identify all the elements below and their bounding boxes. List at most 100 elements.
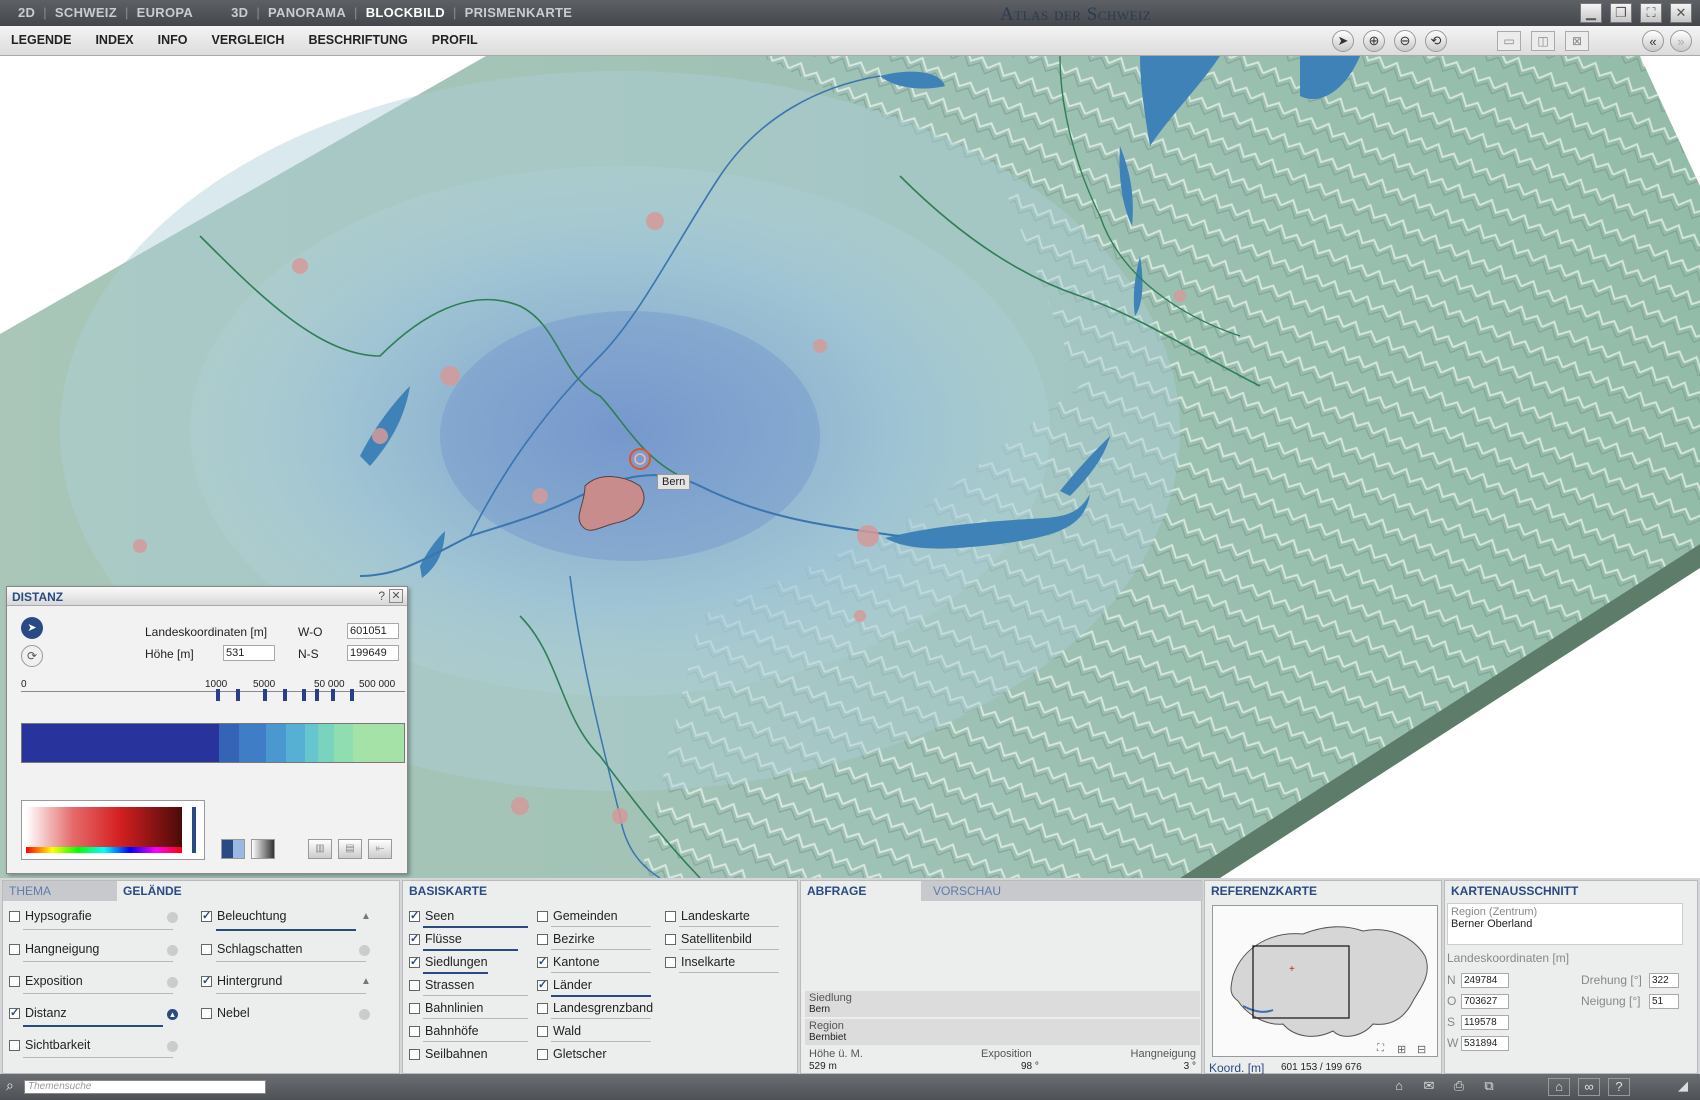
fullscreen-icon[interactable]: ⛶ [1377,1043,1384,1054]
slider-track[interactable] [423,926,528,928]
split-diagonal-icon[interactable]: ⊠ [1565,31,1589,51]
menu-info[interactable]: INFO [158,33,188,47]
lightness-slider[interactable] [192,807,196,853]
toggle-dot[interactable] [359,945,370,956]
rotate-tool-icon[interactable]: ⟲ [1425,30,1447,52]
resize-grip-icon[interactable]: ◢ [1672,1078,1694,1096]
toggle-dot[interactable] [359,1009,370,1020]
class-break-handle[interactable] [263,689,267,701]
tab-prismenkarte[interactable]: PRISMENKARTE [457,5,581,20]
panel-header[interactable]: DISTANZ ? ✕ [7,587,407,606]
link-icon[interactable]: ∞ [1578,1078,1600,1096]
zoom-out-icon[interactable]: ⊟ [1417,1043,1426,1056]
checkbox[interactable] [9,975,20,987]
minimize-button[interactable]: ▁ [1580,3,1602,23]
classify-icon[interactable]: ▤ [338,839,362,859]
option-strassen[interactable]: Strassen [409,978,474,992]
slider-track[interactable] [551,995,651,997]
checkbox[interactable] [201,943,212,955]
checkbox-checked[interactable]: ✓ [409,933,420,945]
gradient-icon[interactable] [251,839,275,859]
toggle-dot[interactable] [167,1041,178,1052]
checkbox[interactable] [9,1039,20,1051]
option-fluesse[interactable]: ✓ Flüsse [409,932,462,946]
class-break-handle[interactable] [315,689,319,701]
class-break-handle[interactable] [350,689,354,701]
toggle-dot[interactable] [167,945,178,956]
option-beleuchtung[interactable]: ✓ Beleuchtung [201,909,287,923]
point-select-icon[interactable]: ➤ [21,617,43,639]
height-input[interactable]: 531 [223,645,275,661]
option-bahnhoefe[interactable]: Bahnhöfe [409,1024,479,1038]
checkbox[interactable] [665,956,676,968]
option-satellitenbild[interactable]: Satellitenbild [665,932,752,946]
layers-icon[interactable]: ⧉ [1478,1078,1500,1096]
checkbox-checked[interactable]: ✓ [201,975,212,987]
checkbox[interactable] [9,943,20,955]
tab-2d[interactable]: 2D [10,5,43,20]
checkbox-checked[interactable]: ✓ [409,956,420,968]
checkbox-checked[interactable]: ✓ [409,910,420,922]
rotate-icon[interactable]: ⟳ [21,645,43,667]
option-bezirke[interactable]: Bezirke [537,932,595,946]
class-break-handle[interactable] [283,689,287,701]
checkbox[interactable] [409,1025,420,1037]
checkbox-checked[interactable]: ✓ [9,1007,20,1019]
zoom-in-icon[interactable]: ⊞ [1397,1043,1406,1056]
option-landeskarte[interactable]: Landeskarte [665,909,750,923]
checkbox[interactable] [9,910,20,922]
slider-track[interactable] [423,949,518,951]
checkbox-checked[interactable]: ✓ [537,979,548,991]
checkbox[interactable] [665,933,676,945]
tab-vorschau[interactable]: VORSCHAU [927,881,1007,901]
neigung-input[interactable]: 51 [1649,994,1679,1009]
drehung-input[interactable]: 322 [1649,973,1679,988]
print-icon[interactable]: ⎙ [1448,1078,1470,1096]
checkbox[interactable] [537,910,548,922]
reference-map[interactable]: + [1212,905,1438,1057]
ns-input[interactable]: 199649 [347,645,399,661]
home-icon[interactable]: ⌂ [1548,1078,1570,1096]
wo-input[interactable]: 601051 [347,623,399,639]
slider-track[interactable] [23,1025,163,1027]
chart-icon[interactable]: ▥ [308,839,332,859]
option-hintergrund[interactable]: ✓ Hintergrund [201,974,282,988]
apply-color-icon[interactable] [221,839,245,859]
checkbox[interactable] [409,1002,420,1014]
menu-profil[interactable]: PROFIL [432,33,478,47]
n-input[interactable]: 249784 [1461,973,1509,988]
close-icon[interactable]: ✕ [389,589,403,603]
option-bahnlinien[interactable]: Bahnlinien [409,1001,483,1015]
tab-abfrage[interactable]: ABFRAGE [801,881,873,901]
checkbox[interactable] [665,910,676,922]
checkbox[interactable] [409,979,420,991]
option-schlagschatten[interactable]: Schlagschatten [201,942,302,956]
tab-schweiz[interactable]: SCHWEIZ [47,5,125,20]
slider-track[interactable] [423,972,488,974]
slider-track[interactable] [216,929,356,931]
class-break-handle[interactable] [331,689,335,701]
chevron-up-icon[interactable]: ▲ [361,911,371,922]
help-icon[interactable]: ? [1608,1078,1630,1096]
checkbox[interactable] [201,1007,212,1019]
option-distanz[interactable]: ✓ Distanz [9,1006,67,1020]
option-hypsografie[interactable]: Hypsografie [9,909,92,923]
option-seen[interactable]: ✓ Seen [409,909,454,923]
folder-icon[interactable]: ⌂ [1388,1078,1410,1096]
option-gletscher[interactable]: Gletscher [537,1047,607,1061]
fullscreen-button[interactable]: ⛶ [1640,3,1662,23]
option-inselkarte[interactable]: Inselkarte [665,955,735,969]
checkbox[interactable] [537,1025,548,1037]
theme-search-input[interactable]: Themensuche [24,1080,266,1094]
tab-panorama[interactable]: PANORAMA [260,5,354,20]
option-siedlungen[interactable]: ✓ Siedlungen [409,955,488,969]
split-vertical-icon[interactable]: ◫ [1531,31,1555,51]
zoom-in-icon[interactable]: ⊕ [1363,30,1385,52]
o-input[interactable]: 703627 [1461,994,1509,1009]
tab-3d[interactable]: 3D [223,5,256,20]
close-window-button[interactable]: ✕ [1670,3,1692,23]
option-wald[interactable]: Wald [537,1024,581,1038]
option-hangneigung[interactable]: Hangneigung [9,942,99,956]
option-seilbahnen[interactable]: Seilbahnen [409,1047,488,1061]
tab-europa[interactable]: EUROPA [129,5,201,20]
